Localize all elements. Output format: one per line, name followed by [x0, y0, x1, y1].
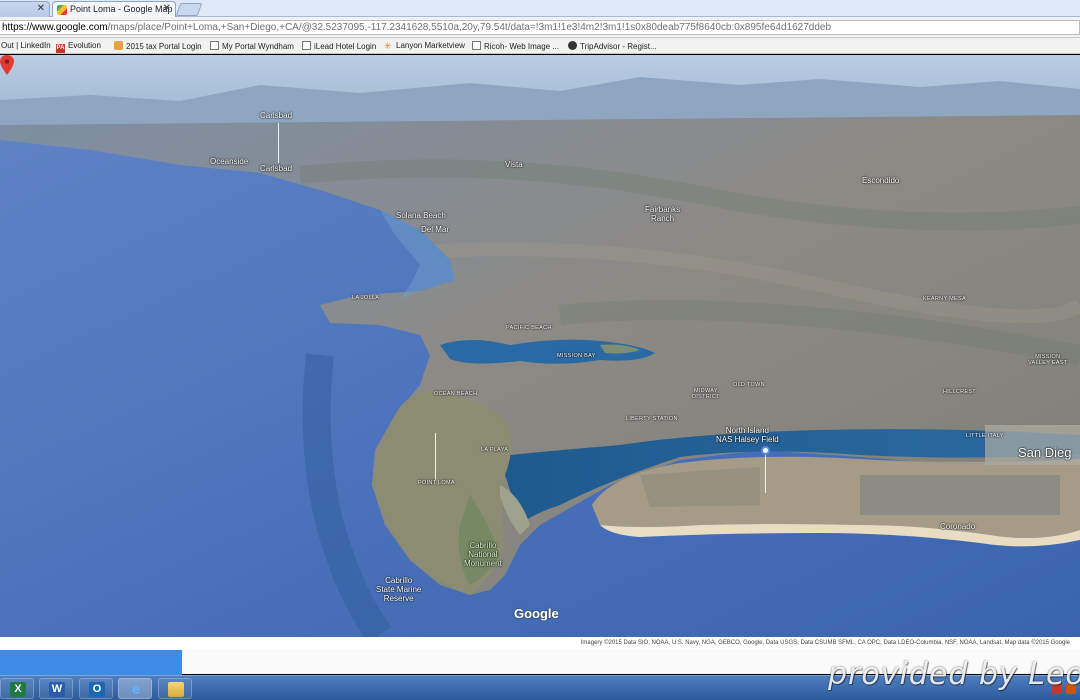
tab-title: Point Loma - Google Map [70, 4, 173, 14]
pin-leader-line [435, 433, 436, 480]
map-label-mission-valley-east[interactable]: MISSION VALLEY EAST [1028, 354, 1067, 366]
briefcase-icon [114, 41, 123, 50]
bookmark-label: iLead Hotel Login [314, 42, 377, 51]
map-label-old-town[interactable]: OLD TOWN [733, 382, 765, 388]
attribution-text: Imagery ©2015 Data SIO, NOAA, U.S. Navy,… [580, 640, 1070, 646]
taskbar-excel-button[interactable]: X [0, 678, 34, 699]
owl-icon [568, 41, 577, 50]
bookmark-label: My Portal Wyndham [222, 42, 294, 51]
map-label-coronado[interactable]: Coronado [940, 522, 975, 531]
google-logo: Google [514, 606, 559, 621]
document-icon [472, 41, 481, 50]
bookmark-label: Evolution [68, 41, 101, 50]
nas-leader-line [765, 455, 766, 493]
bookmark-lanyon[interactable]: ✳ Lanyon Marketview [384, 41, 465, 51]
map-label-fairbanks-ranch[interactable]: Fairbanks Ranch [645, 205, 680, 224]
taskbar-word-button[interactable]: W [39, 678, 73, 699]
lanyon-icon: ✳ [384, 41, 392, 51]
map-label-san-diego[interactable]: San Dieg [1018, 445, 1071, 460]
map-label-north-island[interactable]: North Island NAS Halsey Field [716, 426, 779, 445]
bookmark-label: Lanyon Marketview [396, 41, 465, 50]
bookmark-label: Out | LinkedIn [1, 41, 51, 50]
map-label-solana-beach[interactable]: Solana Beach [396, 211, 446, 220]
place-dot-icon[interactable] [761, 446, 770, 455]
map-pin-icon[interactable] [0, 55, 14, 75]
map-label-la-playa[interactable]: LA PLAYA [481, 447, 508, 453]
url-path: /maps/place/Point+Loma,+San+Diego,+CA/@3… [107, 22, 832, 33]
map-label-midway-district[interactable]: MIDWAY DISTRICT [692, 388, 720, 400]
map-canvas[interactable]: Carlsbad Oceanside Carlsbad Vista Escond… [0, 55, 1080, 637]
new-tab-button[interactable] [175, 3, 203, 16]
map-label-carlsbad-lower[interactable]: Carlsbad [260, 164, 292, 173]
map-label-kearny-mesa[interactable]: KEARNY MESA [923, 296, 966, 302]
map-label-hillcrest[interactable]: HILLCREST [943, 389, 976, 395]
word-icon: W [49, 682, 65, 697]
bookmark-2015-tax[interactable]: 2015 tax Portal Login [114, 41, 202, 51]
folder-icon [168, 682, 184, 697]
address-bar: https://www.google.com/maps/place/Point+… [0, 17, 1080, 38]
taskbar-explorer-button[interactable] [158, 678, 192, 699]
map-label-escondido[interactable]: Escondido [862, 176, 899, 185]
map-attribution: Imagery ©2015 Data SIO, NOAA, U.S. Navy,… [0, 637, 1080, 649]
map-label-cabrillo-reserve[interactable]: Cabrillo State Marine Reserve [376, 576, 421, 603]
outlook-icon: O [89, 682, 105, 697]
bookmark-label: TripAdvisor - Regist... [580, 42, 657, 51]
google-maps-favicon-icon [57, 5, 67, 15]
bookmark-linkedin[interactable]: Out | LinkedIn [1, 41, 51, 50]
bookmark-my-portal-wyndham[interactable]: My Portal Wyndham [210, 41, 294, 51]
taskbar-ie-button[interactable]: e [118, 678, 152, 699]
url-host: https://www.google.com [2, 22, 108, 33]
map-label-point-loma[interactable]: POINT LOMA [418, 480, 455, 486]
map-label-oceanside[interactable]: Oceanside [210, 157, 248, 166]
bookmarks-bar: Out | LinkedIn PA Evolution 2015 tax Port… [0, 38, 1080, 54]
tab-previous[interactable]: ✕ [0, 1, 50, 17]
map-label-carlsbad[interactable]: Carlsbad [260, 111, 292, 120]
watermark-text: provided by Leon [828, 657, 1080, 692]
bookmark-evolution[interactable]: PA Evolution [56, 41, 101, 53]
label-leader-line [278, 123, 279, 163]
bookmark-ricoh[interactable]: Ricoh- Web Image ... [472, 41, 559, 51]
url-input[interactable]: https://www.google.com/maps/place/Point+… [0, 20, 1080, 35]
excel-icon: X [10, 682, 26, 697]
map-label-cabrillo-monument[interactable]: Cabrillo National Monument [464, 541, 502, 568]
map-label-pacific-beach[interactable]: PACIFIC BEACH [506, 325, 552, 331]
map-label-ocean-beach[interactable]: OCEAN BEACH [434, 391, 477, 397]
pa-icon: PA [56, 44, 65, 53]
tab-point-loma[interactable]: Point Loma - Google Map ✕ [52, 1, 176, 17]
document-icon [302, 41, 311, 50]
internet-explorer-icon: e [131, 681, 141, 698]
bookmark-ilead[interactable]: iLead Hotel Login [302, 41, 376, 51]
bookmark-label: Ricoh- Web Image ... [484, 42, 559, 51]
aerial-imagery [0, 55, 1080, 637]
close-tab-icon[interactable]: ✕ [37, 3, 45, 14]
taskbar-outlook-button[interactable]: O [79, 678, 113, 699]
document-icon [210, 41, 219, 50]
bookmark-tripadvisor[interactable]: TripAdvisor - Regist... [568, 41, 657, 51]
map-label-liberty-station[interactable]: LIBERTY STATION [626, 416, 678, 422]
tab-strip: ✕ Point Loma - Google Map ✕ [0, 0, 1080, 17]
blue-panel [0, 650, 182, 675]
map-label-la-jolla[interactable]: LA JOLLA [352, 295, 379, 301]
map-label-del-mar[interactable]: Del Mar [421, 225, 449, 234]
map-label-mission-bay[interactable]: MISSION BAY [557, 353, 596, 359]
close-tab-icon[interactable]: ✕ [163, 3, 171, 14]
bookmark-label: 2015 tax Portal Login [126, 42, 202, 51]
map-label-little-italy[interactable]: LITTLE ITALY [966, 433, 1004, 439]
map-label-vista[interactable]: Vista [505, 160, 523, 169]
